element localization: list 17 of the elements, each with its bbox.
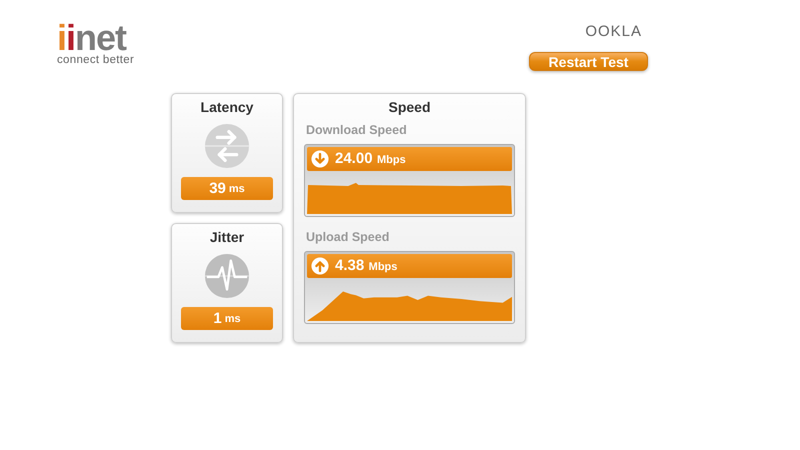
- restart-button[interactable]: Restart Test: [529, 52, 648, 71]
- card-title: Jitter: [210, 229, 244, 245]
- speed-value: 24.00 Mbps: [335, 150, 406, 168]
- upload-icon: [311, 257, 329, 275]
- metric-value: 39 ms: [181, 177, 273, 200]
- card-title: Speed: [387, 99, 432, 115]
- test-label: Upload Speed: [306, 230, 390, 245]
- download-icon: [311, 150, 329, 168]
- metric-value: 1 ms: [181, 307, 273, 330]
- speed-value: 4.38 Mbps: [335, 257, 398, 275]
- arrows-icon: [204, 123, 250, 169]
- tagline: connect better: [57, 54, 134, 67]
- card-title: Latency: [200, 99, 254, 115]
- pulse-icon: [204, 253, 250, 299]
- test-label: Download Speed: [306, 123, 408, 138]
- logo: iinet: [57, 22, 126, 54]
- partner-logo: OOKLA: [585, 24, 642, 40]
